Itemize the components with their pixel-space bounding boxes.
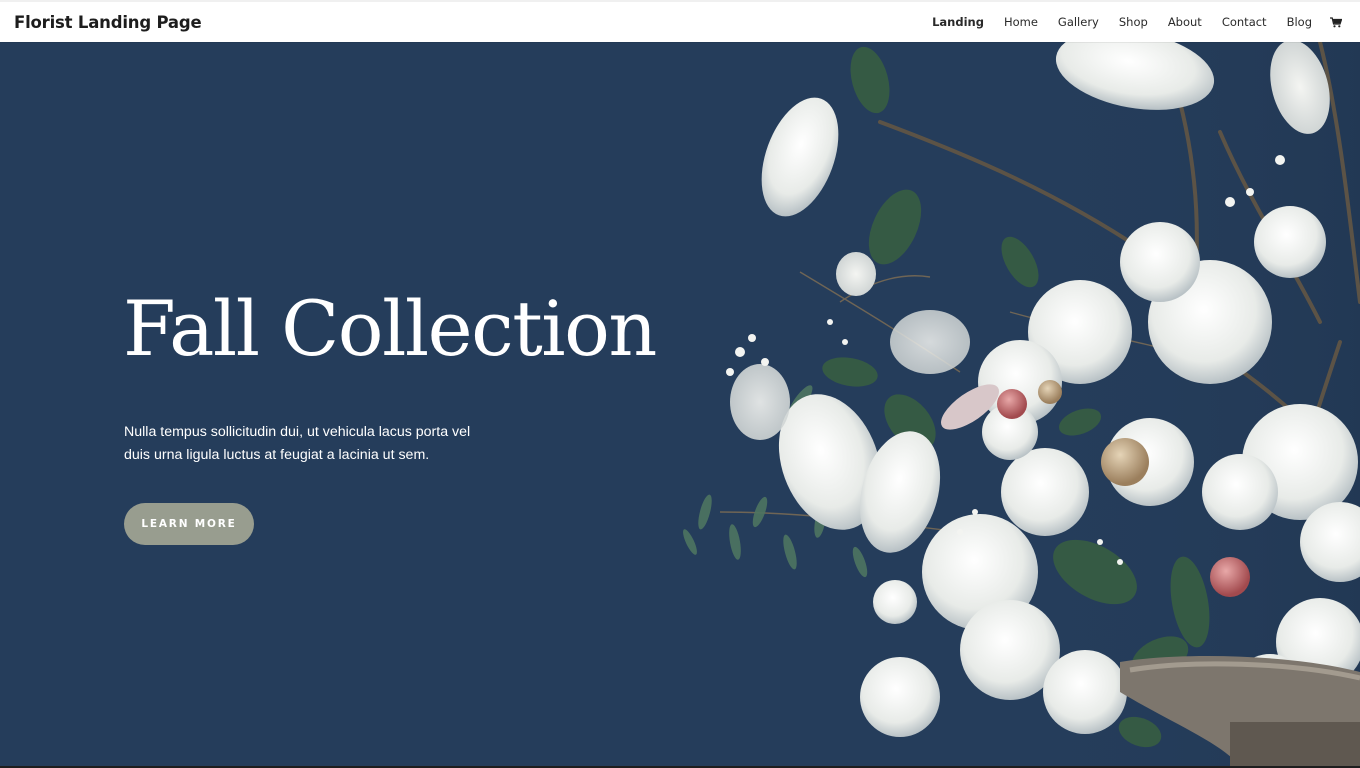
site-header: Florist Landing Page Landing Home Galler… xyxy=(0,0,1360,42)
main-nav: Landing Home Gallery Shop About Contact … xyxy=(912,15,1342,29)
nav-about[interactable]: About xyxy=(1168,15,1202,29)
nav-home[interactable]: Home xyxy=(1004,15,1038,29)
nav-blog[interactable]: Blog xyxy=(1287,15,1312,29)
hero-section: Fall Collection Nulla tempus sollicitudi… xyxy=(0,42,1360,766)
shopping-cart-icon[interactable] xyxy=(1330,16,1342,28)
nav-landing[interactable]: Landing xyxy=(932,15,984,29)
flower-bouquet-image xyxy=(683,42,1360,766)
nav-gallery[interactable]: Gallery xyxy=(1058,15,1099,29)
hero-description: Nulla tempus sollicitudin dui, ut vehicu… xyxy=(124,424,471,463)
learn-more-button[interactable]: LEARN MORE xyxy=(124,503,254,545)
nav-contact[interactable]: Contact xyxy=(1222,15,1267,29)
hero-title: Fall Collection xyxy=(123,284,657,373)
nav-shop[interactable]: Shop xyxy=(1119,15,1148,29)
site-title[interactable]: Florist Landing Page xyxy=(14,13,202,32)
